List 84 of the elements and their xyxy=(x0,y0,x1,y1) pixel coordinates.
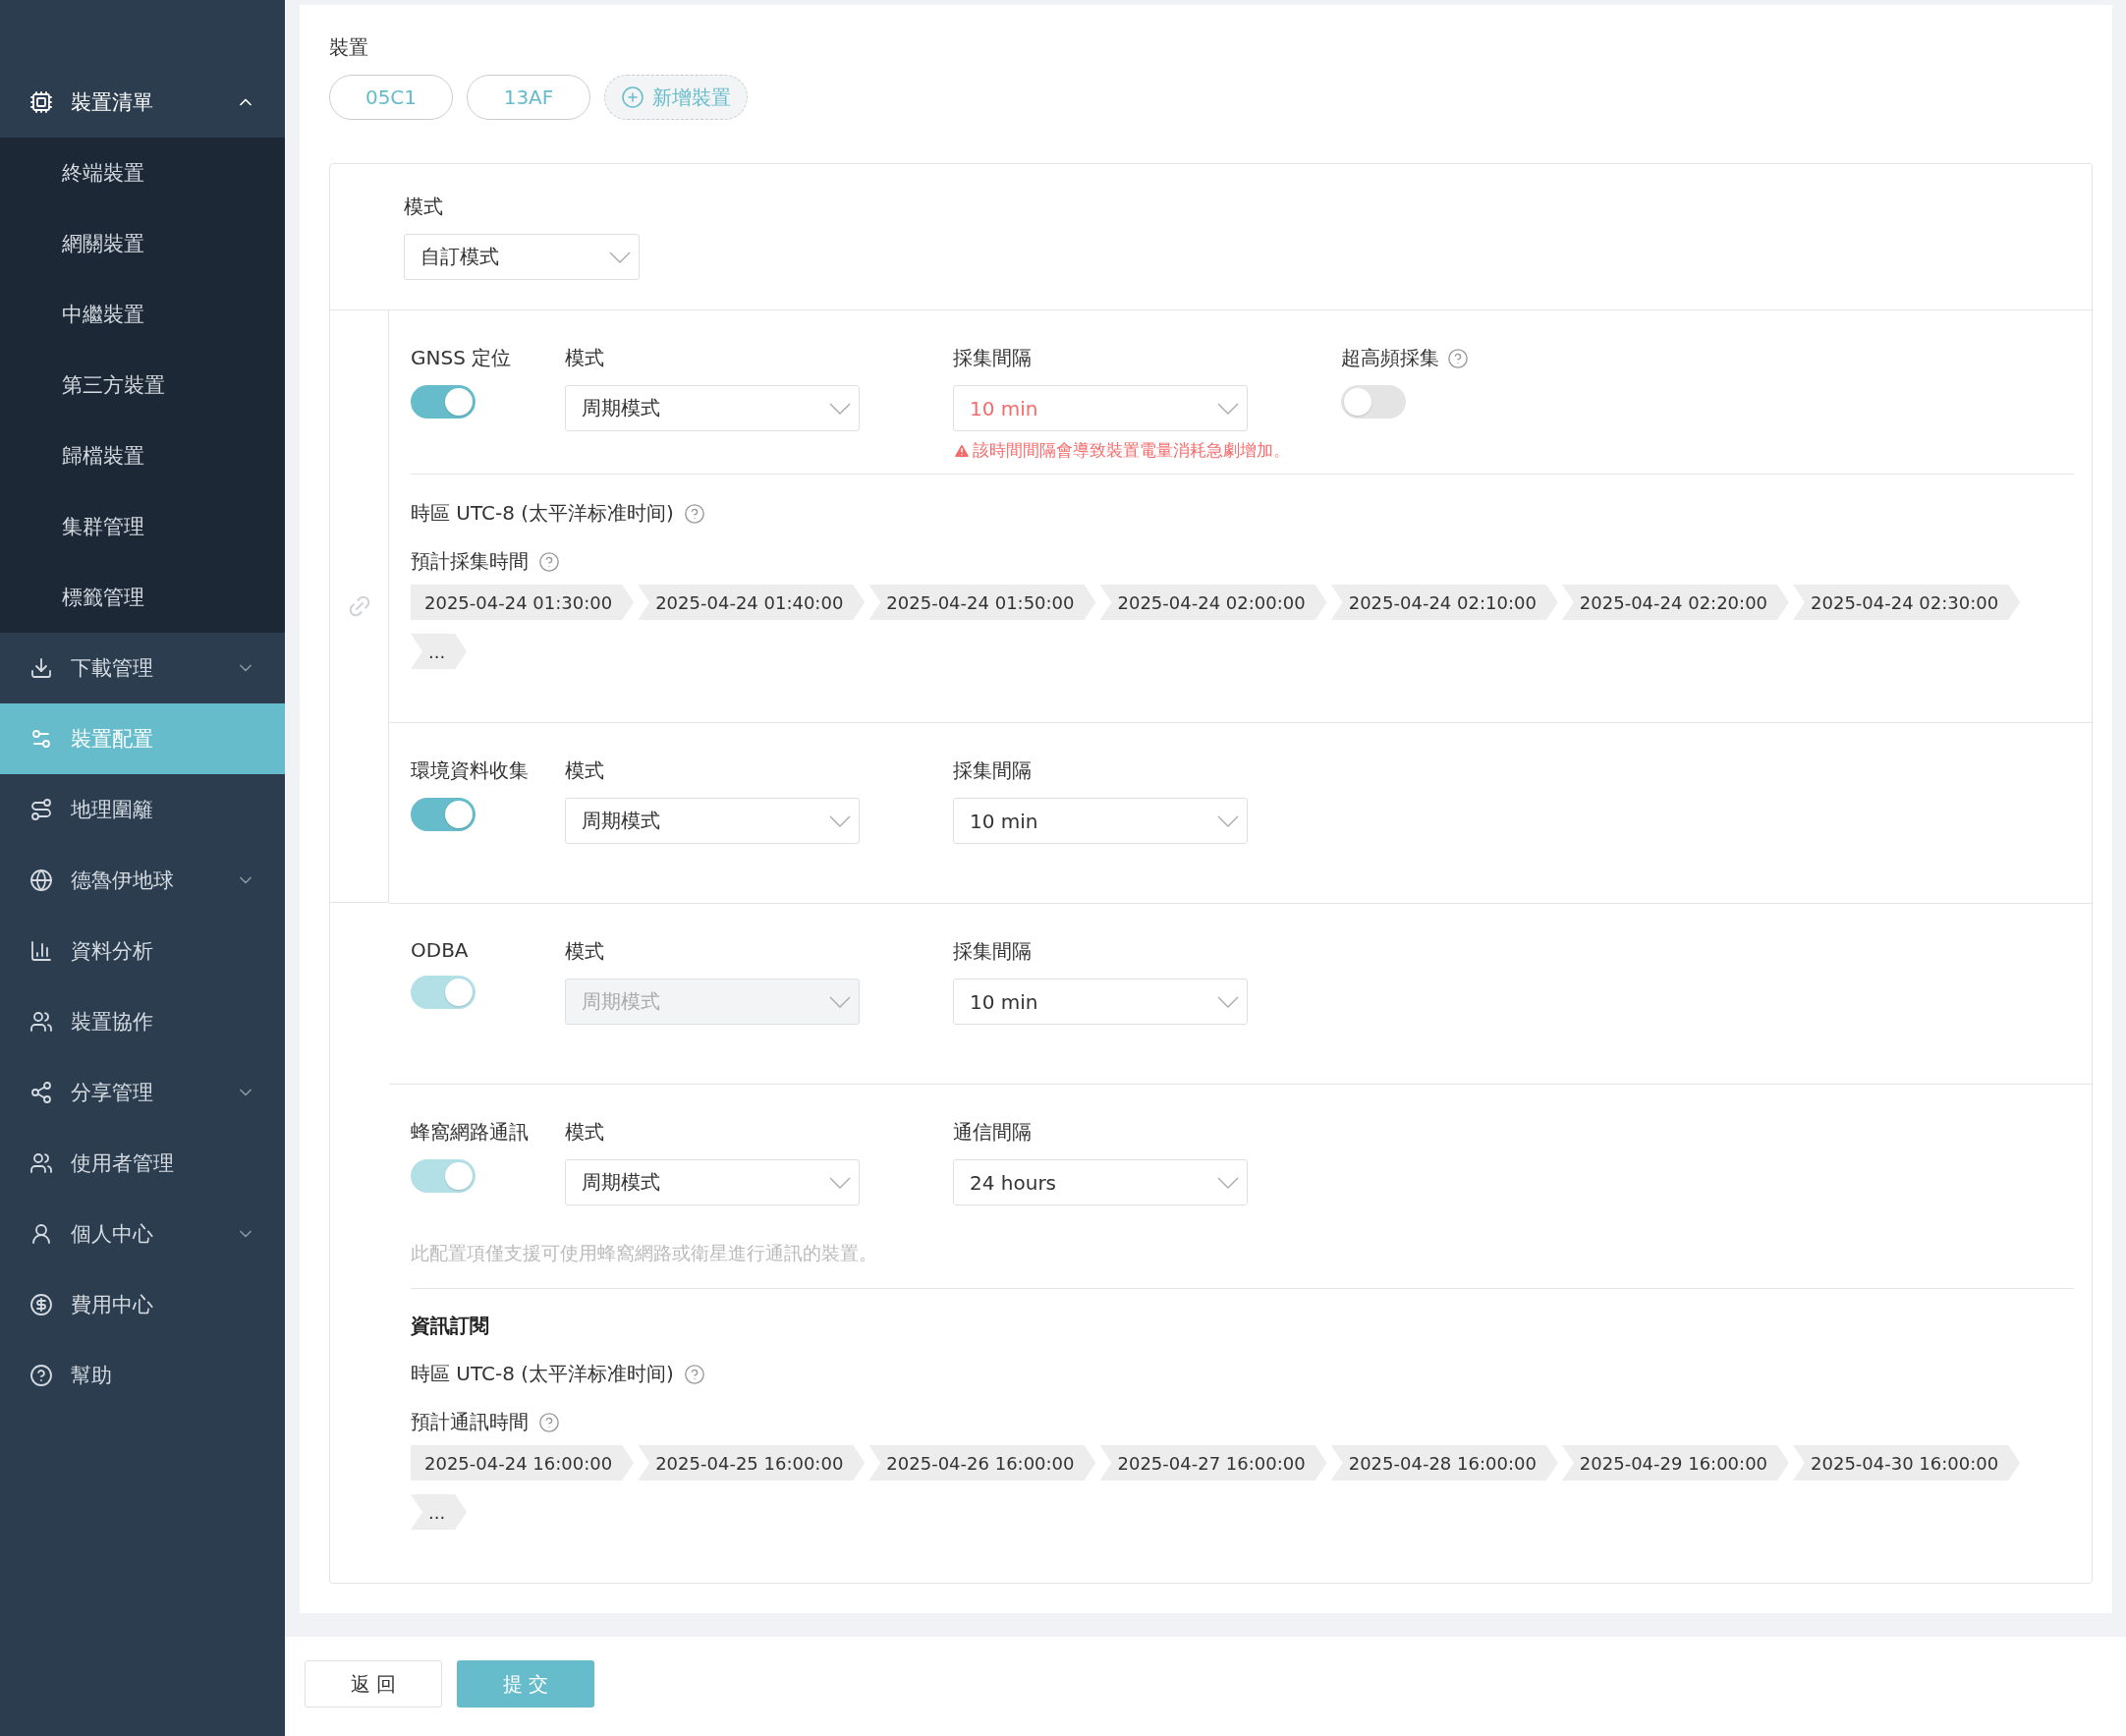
download-icon xyxy=(29,656,53,680)
time-chip: 2025-04-25 16:00:00 xyxy=(638,1445,866,1481)
field-label: 模式 xyxy=(565,345,605,371)
toggle-switch[interactable] xyxy=(1341,385,1406,419)
toggle-switch[interactable] xyxy=(411,385,476,419)
timezone-text: 時區 UTC-8 (太平洋标准时间) xyxy=(411,1361,674,1387)
route-icon xyxy=(29,798,53,821)
help-icon[interactable] xyxy=(1447,347,1469,369)
time-chip: 2025-04-24 16:00:00 xyxy=(411,1445,635,1481)
note-text: 此配置項僅支援可使用蜂窩網路或衛星進行通訊的裝置。 xyxy=(411,1241,878,1265)
time-chip: 2025-04-24 02:10:00 xyxy=(1330,585,1558,620)
globe-icon xyxy=(29,868,53,892)
chevron-down-icon xyxy=(829,814,851,827)
help-icon[interactable] xyxy=(683,1363,705,1385)
subscription-title: 資訊訂閱 xyxy=(411,1313,490,1339)
users-icon xyxy=(29,1010,53,1034)
mode-select[interactable]: 自訂模式 xyxy=(404,234,640,280)
sidebar-item[interactable]: 下載管理 xyxy=(0,633,285,703)
sidebar-item[interactable]: 資料分析 xyxy=(0,916,285,986)
chevron-down-icon xyxy=(1217,814,1239,827)
field-label: 採集間隔 xyxy=(953,757,1033,784)
toggle-switch[interactable] xyxy=(411,798,476,831)
time-chip: 2025-04-24 01:50:00 xyxy=(868,585,1096,620)
chevron-down-icon xyxy=(1217,1176,1239,1189)
time-chip: 2025-04-24 02:30:00 xyxy=(1793,585,2021,620)
more-chip: ... xyxy=(411,1494,468,1530)
time-chip: 2025-04-24 02:20:00 xyxy=(1561,585,1790,620)
chart-icon xyxy=(29,939,53,963)
share-icon xyxy=(29,1081,53,1104)
user-icon xyxy=(29,1222,53,1246)
help-icon[interactable] xyxy=(538,550,560,573)
sidebar-item[interactable]: 個人中心 xyxy=(0,1199,285,1269)
sidebar-item[interactable]: 費用中心 xyxy=(0,1269,285,1340)
field-label: 模式 xyxy=(565,1119,605,1146)
users-icon xyxy=(29,1151,53,1175)
time-chip: 2025-04-29 16:00:00 xyxy=(1561,1445,1790,1481)
help-icon[interactable] xyxy=(683,502,705,525)
section-title: GNSS 定位 xyxy=(411,345,513,371)
field-label: 超高頻採集 xyxy=(1341,345,1439,371)
time-chip: 2025-04-24 01:40:00 xyxy=(638,585,866,620)
select-field[interactable]: 周期模式 xyxy=(565,385,860,431)
plus-icon xyxy=(621,85,644,109)
time-chip: 2025-04-26 16:00:00 xyxy=(868,1445,1096,1481)
timezone-text: 時區 UTC-8 (太平洋标准时间) xyxy=(411,500,674,527)
field-label: 採集間隔 xyxy=(953,345,1033,371)
select-field[interactable]: 10 min xyxy=(953,798,1248,844)
select-field[interactable]: 周期模式 xyxy=(565,798,860,844)
sidebar-item[interactable]: 分享管理 xyxy=(0,1057,285,1128)
field-label: 通信間隔 xyxy=(953,1119,1033,1146)
section-title: 環境資料收集 xyxy=(411,757,530,784)
schedule-label: 預計採集時間 xyxy=(411,548,529,575)
chevron-down-icon xyxy=(1217,402,1239,415)
chevron-down-icon xyxy=(829,1176,851,1189)
time-chip: 2025-04-30 16:00:00 xyxy=(1793,1445,2021,1481)
chevron-down-icon xyxy=(1217,995,1239,1008)
chevron-down-icon xyxy=(829,995,851,1008)
field-label: 模式 xyxy=(565,938,605,965)
sidebar-item[interactable]: 德魯伊地球 xyxy=(0,845,285,916)
section-title: ODBA xyxy=(411,938,470,962)
more-chip: ... xyxy=(411,634,468,669)
back-button[interactable]: 返 回 xyxy=(305,1660,442,1708)
time-chip: 2025-04-24 01:30:00 xyxy=(411,585,635,620)
device-label: 裝置 xyxy=(329,34,369,61)
sidebar-item[interactable]: 裝置協作 xyxy=(0,986,285,1057)
field-label: 模式 xyxy=(565,757,605,784)
sidebar-item[interactable]: 幫助 xyxy=(0,1340,285,1411)
section-title: 蜂窩網路通訊 xyxy=(411,1119,530,1146)
time-chip: 2025-04-28 16:00:00 xyxy=(1330,1445,1558,1481)
schedule-label: 預計通訊時間 xyxy=(411,1409,529,1435)
chevron-down-icon xyxy=(829,402,851,415)
chip-icon xyxy=(29,90,53,114)
help-icon[interactable] xyxy=(538,1411,560,1433)
sidebar-item[interactable]: 裝置清單 xyxy=(0,67,285,138)
time-chip: 2025-04-27 16:00:00 xyxy=(1099,1445,1327,1481)
field-label: 採集間隔 xyxy=(953,938,1033,965)
settings-icon xyxy=(29,727,53,751)
dollar-icon xyxy=(29,1293,53,1316)
mode-label: 模式 xyxy=(404,194,444,220)
sidebar-item[interactable]: 使用者管理 xyxy=(0,1128,285,1199)
time-chip: 2025-04-24 02:00:00 xyxy=(1099,585,1327,620)
sidebar-item[interactable]: 地理圍籬 xyxy=(0,774,285,845)
help-icon xyxy=(29,1364,53,1387)
warning-text: 該時間間隔會導致裝置電量消耗急劇增加。 xyxy=(973,439,1290,462)
chevron-down-icon xyxy=(609,251,631,263)
